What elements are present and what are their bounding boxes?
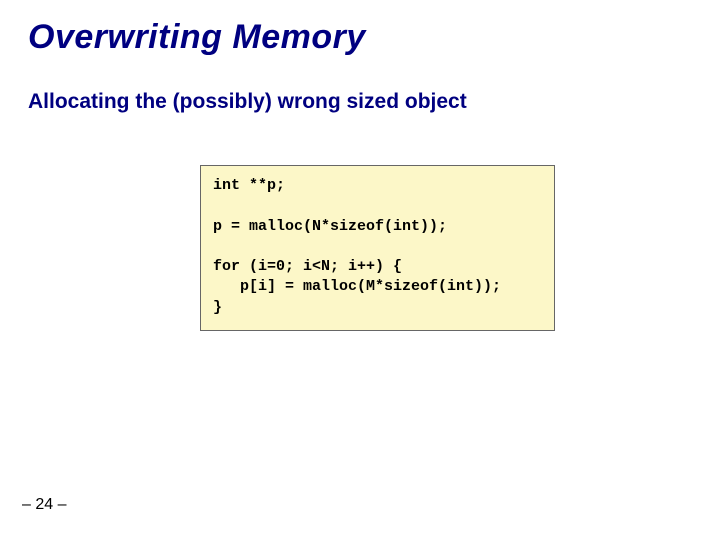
code-box: int **p; p = malloc(N*sizeof(int)); for … [200, 165, 555, 331]
code-content: int **p; p = malloc(N*sizeof(int)); for … [213, 176, 542, 318]
slide-subtitle: Allocating the (possibly) wrong sized ob… [28, 90, 467, 114]
page-number: – 24 – [22, 496, 66, 514]
slide: Overwriting Memory Allocating the (possi… [0, 0, 720, 540]
slide-title: Overwriting Memory [28, 18, 366, 57]
